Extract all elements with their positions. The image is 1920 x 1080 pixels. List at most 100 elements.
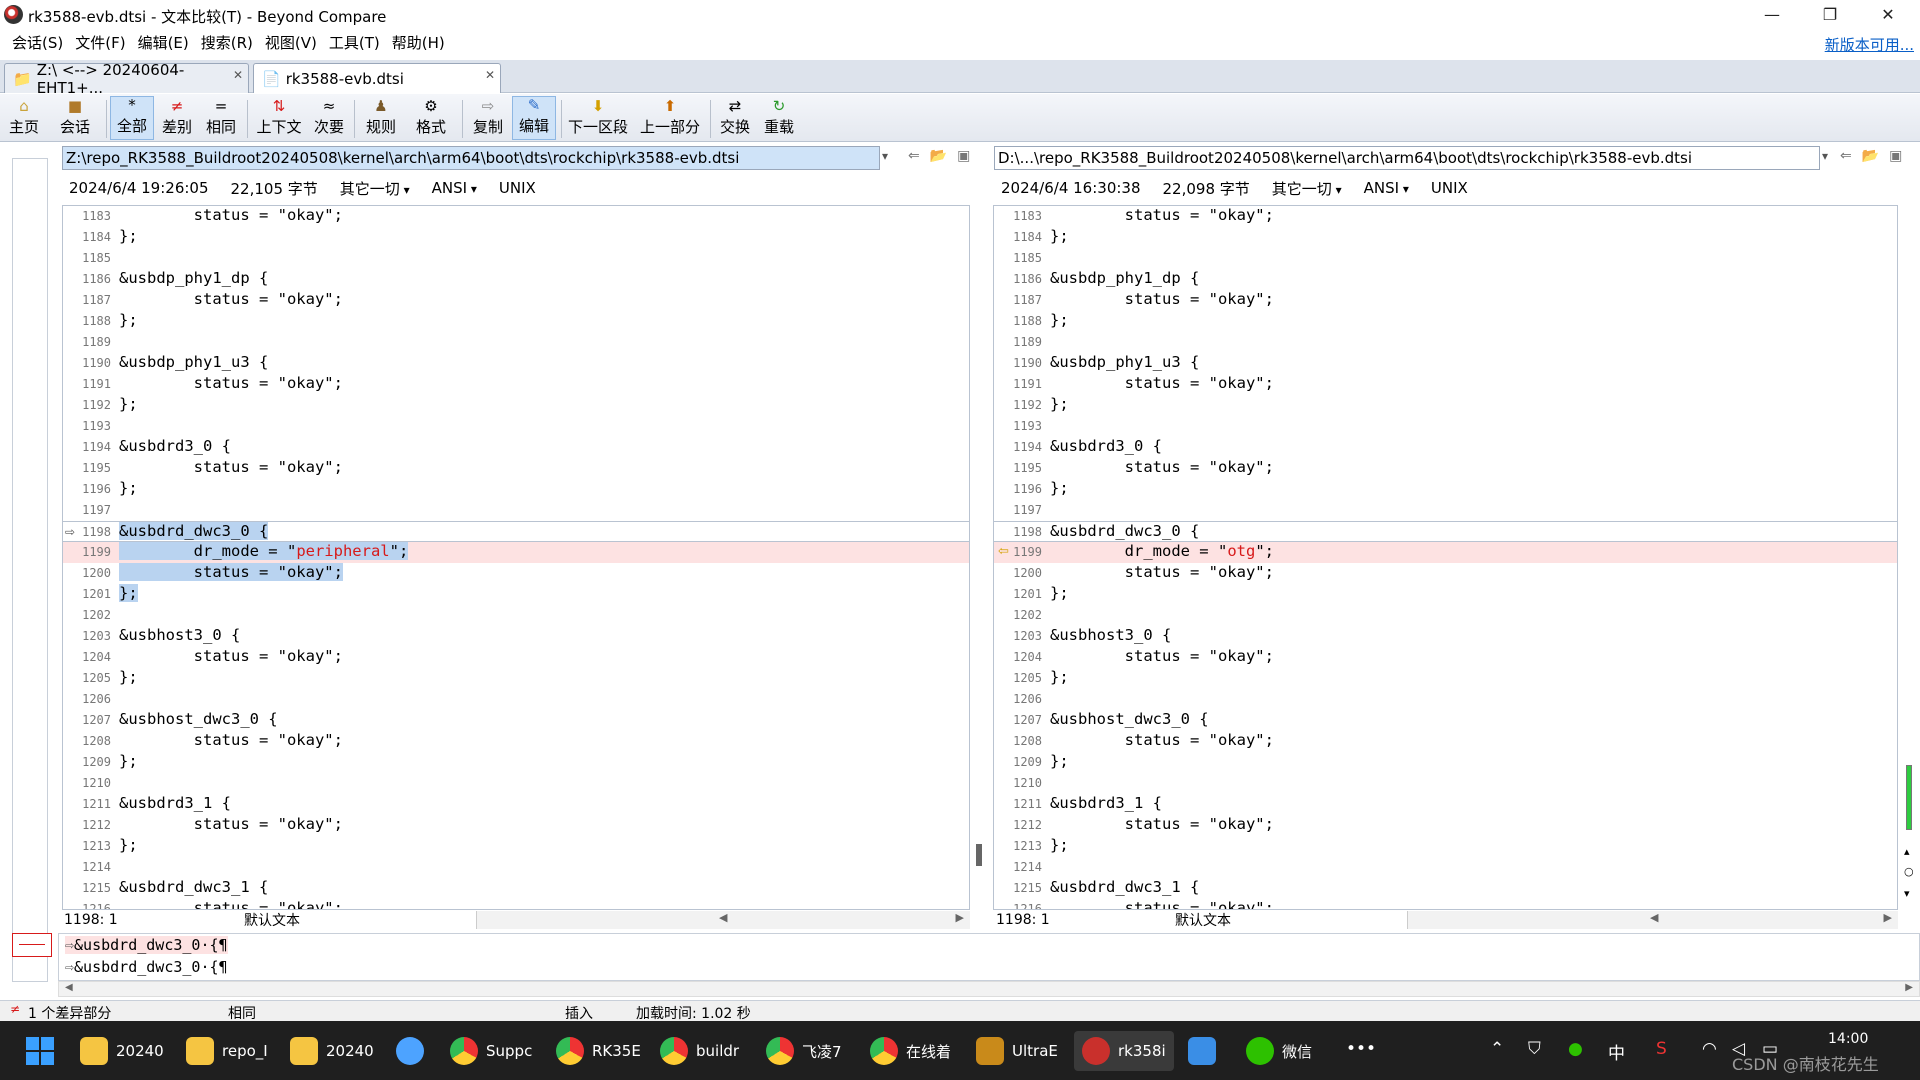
code-line[interactable]: 1184}; (994, 227, 1897, 248)
code-line[interactable]: 1208 status = "okay"; (63, 731, 969, 752)
code-line[interactable]: 1211 &usbdrd3_1 { (63, 794, 969, 815)
code-line[interactable]: 1209}; (63, 752, 969, 773)
code-line[interactable]: 1198 &usbdrd_dwc3_0 { (994, 521, 1897, 542)
home-button[interactable]: ⌂ 主页 (6, 96, 42, 140)
down-arrow-icon[interactable]: ▾ (1904, 887, 1910, 900)
more-icon[interactable]: ••• (1346, 1039, 1376, 1059)
scroll-left-icon[interactable]: ◀ (65, 982, 73, 993)
code-line[interactable]: 1185 (994, 248, 1897, 269)
edit-button[interactable]: ✎ 编辑 (512, 96, 556, 140)
code-line[interactable]: 1208 status = "okay"; (994, 731, 1897, 752)
scroll-right-icon[interactable]: ▶ (956, 911, 964, 924)
code-line[interactable]: 1198 ⇨ &usbdrd_dwc3_0 { (63, 521, 969, 542)
scroll-right-icon[interactable]: ▶ (1905, 982, 1913, 993)
code-line[interactable]: 1206 (994, 689, 1897, 710)
taskbar-item-chrome-3[interactable]: buildr (660, 1031, 739, 1071)
circle-icon[interactable]: ○ (1904, 865, 1914, 878)
code-line[interactable]: 1186 &usbdp_phy1_dp { (63, 269, 969, 290)
code-line[interactable]: 1187 status = "okay"; (994, 290, 1897, 311)
taskbar-item-notepad[interactable] (1188, 1031, 1216, 1071)
taskbar-item-explorer-2[interactable]: repo_I (186, 1031, 268, 1071)
code-line[interactable]: 1196}; (63, 479, 969, 500)
code-line[interactable]: 1188}; (994, 311, 1897, 332)
sogou-icon[interactable]: S (1656, 1039, 1667, 1059)
code-line[interactable]: 1205}; (994, 668, 1897, 689)
code-line[interactable]: 1189 (994, 332, 1897, 353)
code-line[interactable]: 1188}; (63, 311, 969, 332)
code-line[interactable]: 1204 status = "okay"; (994, 647, 1897, 668)
rules-button[interactable]: ♟ 规则 (362, 96, 400, 140)
save-icon[interactable]: ▣ (1889, 148, 1902, 164)
taskbar-item-ultraedit[interactable]: UltraE (976, 1031, 1058, 1071)
taskbar-item-chrome-1[interactable]: Suppc (450, 1031, 532, 1071)
code-line[interactable]: 1216 status = "okay"; (63, 899, 969, 909)
update-available-link[interactable]: 新版本可用... (1825, 34, 1914, 55)
code-line[interactable]: 1196}; (994, 479, 1897, 500)
code-line[interactable]: 1183 status = "okay"; (994, 206, 1897, 227)
code-line[interactable]: 1194 &usbdrd3_0 { (994, 437, 1897, 458)
code-line[interactable]: 1190 &usbdp_phy1_u3 { (994, 353, 1897, 374)
menu-tools[interactable]: 工具(T) (323, 29, 386, 58)
taskbar-item-explorer-1[interactable]: 20240 (80, 1031, 164, 1071)
code-line[interactable]: 1212 status = "okay"; (63, 815, 969, 836)
folder-open-icon[interactable]: 📂 (1862, 148, 1879, 164)
code-line[interactable]: 1214 (994, 857, 1897, 878)
save-icon[interactable]: ▣ (957, 148, 970, 164)
code-line[interactable]: 1195 status = "okay"; (994, 458, 1897, 479)
detail-horizontal-scrollbar[interactable]: ◀ ▶ (58, 981, 1920, 997)
menu-edit[interactable]: 编辑(E) (132, 29, 195, 58)
chevron-up-icon[interactable]: ⌃ (1490, 1039, 1504, 1059)
back-icon[interactable]: ⇐ (1840, 148, 1852, 164)
copy-button[interactable]: ⇨ 复制 (469, 96, 507, 140)
code-line[interactable]: 1213}; (994, 836, 1897, 857)
right-path-input[interactable]: D:\...\repo_RK3588_Buildroot20240508\ker… (994, 146, 1820, 170)
code-line[interactable]: 1207 &usbhost_dwc3_0 { (994, 710, 1897, 731)
windows-start-icon[interactable] (26, 1037, 54, 1065)
chevron-down-icon[interactable]: ▾ (882, 149, 888, 163)
code-line[interactable]: 1197 (63, 500, 969, 521)
code-line[interactable]: 1202 (994, 605, 1897, 626)
right-other-dropdown[interactable]: 其它一切 (1272, 178, 1342, 199)
taskbar-item-chrome-2[interactable]: RK35E (556, 1031, 641, 1071)
code-line[interactable]: 1190 &usbdp_phy1_u3 { (63, 353, 969, 374)
menu-view[interactable]: 视图(V) (259, 29, 323, 58)
menu-session[interactable]: 会话(S) (6, 29, 69, 58)
clock-time[interactable]: 14:00 (1828, 1031, 1868, 1047)
code-line[interactable]: 1202 (63, 605, 969, 626)
wifi-icon[interactable]: ◠ (1702, 1039, 1717, 1059)
taskbar-item-chrome-4[interactable]: 飞凌7 (766, 1031, 842, 1071)
code-line[interactable]: 1200 status = "okay"; (994, 563, 1897, 584)
maximize-button[interactable]: ❐ (1801, 0, 1859, 29)
scroll-left-icon[interactable]: ◀ (719, 911, 727, 924)
taskbar-item-explorer-3[interactable]: 20240 (290, 1031, 374, 1071)
session-button[interactable]: ■ 会话 (50, 96, 100, 140)
code-line[interactable]: 1183 status = "okay"; (63, 206, 969, 227)
taskbar-item-wechat[interactable]: 微信 (1246, 1031, 1312, 1071)
code-line[interactable]: 1195 status = "okay"; (63, 458, 969, 479)
code-line[interactable]: 1185 (63, 248, 969, 269)
show-same-button[interactable]: = 相同 (202, 96, 240, 140)
code-line[interactable]: 1187 status = "okay"; (63, 290, 969, 311)
chevron-down-icon[interactable]: ▾ (1822, 149, 1828, 163)
tray-app-icon[interactable]: ⛉ (1528, 1039, 1541, 1059)
code-line[interactable]: 1193 (63, 416, 969, 437)
code-line[interactable]: 1210 (63, 773, 969, 794)
code-line[interactable]: 1203 &usbhost3_0 { (63, 626, 969, 647)
code-line[interactable]: 1197 (994, 500, 1897, 521)
close-icon[interactable]: ✕ (485, 68, 495, 82)
swap-button[interactable]: ⇄ 交换 (716, 96, 754, 140)
code-line[interactable]: 1212 status = "okay"; (994, 815, 1897, 836)
code-line[interactable]: 1191 status = "okay"; (994, 374, 1897, 395)
code-line[interactable]: 1184}; (63, 227, 969, 248)
code-line[interactable]: 1206 (63, 689, 969, 710)
code-line[interactable]: 1199 ⇦ dr_mode = "otg"; (994, 542, 1897, 563)
show-diffs-button[interactable]: ≠ 差别 (158, 96, 196, 140)
up-arrow-icon[interactable]: ▴ (1904, 845, 1910, 858)
ime-indicator[interactable]: 中 (1608, 1039, 1625, 1064)
right-horizontal-scrollbar[interactable]: ◀ ▶ (1407, 911, 1898, 929)
code-line[interactable]: 1192}; (63, 395, 969, 416)
code-line[interactable]: 1203 &usbhost3_0 { (994, 626, 1897, 647)
code-line[interactable]: 1215 &usbdrd_dwc3_1 { (63, 878, 969, 899)
left-other-dropdown[interactable]: 其它一切 (340, 178, 410, 199)
minimize-button[interactable]: — (1743, 0, 1801, 29)
